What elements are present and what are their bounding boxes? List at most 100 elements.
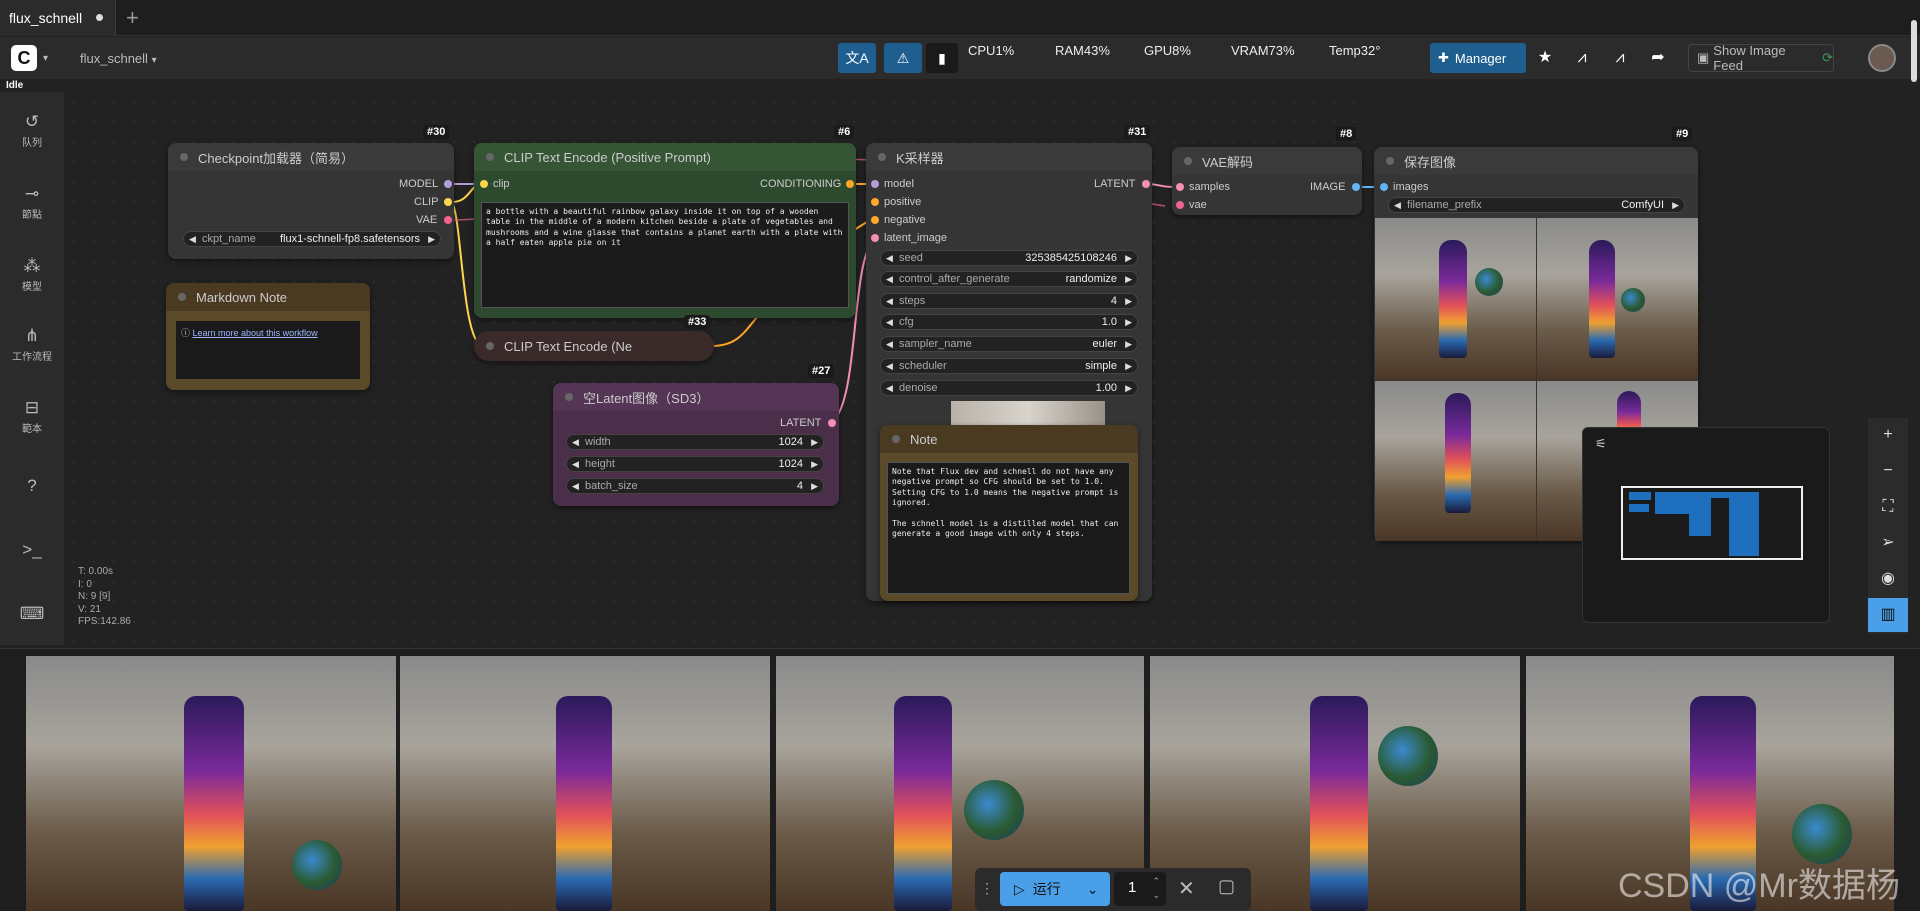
node-id-badge: #9 xyxy=(1672,127,1693,141)
height-widget[interactable]: height 1024 xyxy=(566,456,824,472)
minimap-node xyxy=(1655,492,1689,514)
latent-output-dot[interactable] xyxy=(828,419,836,427)
canvas-toolbar: + − ⛶ ➢ ◉ ▥ xyxy=(1868,418,1908,634)
stat-i: I: 0 xyxy=(78,578,92,590)
node-id-badge: #27 xyxy=(808,364,835,378)
negative-input-dot[interactable] xyxy=(871,216,879,224)
close-icon[interactable]: ✕ xyxy=(1178,876,1195,901)
node-title: CLIP Text Encode (Ne xyxy=(474,331,714,361)
seed-widget[interactable]: seed 325385425108246 xyxy=(880,250,1138,266)
clip-input-dot[interactable] xyxy=(480,180,488,188)
settings-sliders-icon[interactable]: ⚟ xyxy=(1595,436,1607,452)
stop-square-icon[interactable]: ▢ xyxy=(1218,876,1235,897)
input-vae: vae xyxy=(1189,199,1207,211)
images-input-dot[interactable] xyxy=(1380,183,1388,191)
feed-image-1[interactable] xyxy=(26,656,396,911)
batch-count-input[interactable]: 1 ⌃ ⌄ xyxy=(1114,872,1166,906)
input-samples: samples xyxy=(1189,181,1230,193)
minimap-node xyxy=(1711,492,1729,498)
node-title: Checkpoint加载器（简易） xyxy=(168,143,454,171)
node-id-badge: #6 xyxy=(834,125,855,139)
node-title: CLIP Text Encode (Positive Prompt) xyxy=(474,143,856,171)
output-image-2[interactable] xyxy=(1537,218,1698,380)
prompt-textarea[interactable]: a bottle with a beautiful rainbow galaxy… xyxy=(481,202,849,308)
node-title: Note xyxy=(880,425,1138,453)
latent-input-dot[interactable] xyxy=(871,234,879,242)
clip-port-dot[interactable] xyxy=(444,198,452,206)
minimap-node xyxy=(1629,504,1649,512)
widget-label: cfg xyxy=(899,316,914,328)
model-port-dot[interactable] xyxy=(444,180,452,188)
stat-fps: FPS:142.86 xyxy=(78,616,131,627)
widget-label: batch_size xyxy=(585,480,638,492)
positive-input-dot[interactable] xyxy=(871,198,879,206)
widget-value: 1.00 xyxy=(1095,382,1117,394)
stepper-arrows-icon[interactable]: ⌃ ⌄ xyxy=(1152,874,1160,902)
note-textarea[interactable]: Note that Flux dev and schnell do not ha… xyxy=(887,462,1130,594)
node-title: Markdown Note xyxy=(166,283,370,311)
filename-prefix-widget[interactable]: filename_prefix ComfyUI xyxy=(1388,197,1685,213)
widget-label: seed xyxy=(899,252,923,264)
widget-value: 4 xyxy=(1110,295,1117,307)
batch-count-value: 1 xyxy=(1128,879,1137,896)
input-positive: positive xyxy=(884,196,922,208)
play-icon: ▷ xyxy=(1014,880,1025,897)
cfg-widget[interactable]: cfg 1.0 xyxy=(880,314,1138,330)
output-model: MODEL xyxy=(399,178,439,190)
image-output-dot[interactable] xyxy=(1352,183,1360,191)
watermark: CSDN @Mr数据杨 xyxy=(1618,867,1900,905)
vae-input-dot[interactable] xyxy=(1176,201,1184,209)
scheduler-widget[interactable]: scheduler simple xyxy=(880,358,1138,374)
input-images: images xyxy=(1393,181,1429,193)
zoom-out-icon[interactable]: − xyxy=(1868,454,1908,488)
latent-output-dot[interactable] xyxy=(1142,180,1150,188)
feed-image-2[interactable] xyxy=(400,656,770,911)
fit-view-icon[interactable]: ⛶ xyxy=(1868,490,1908,524)
map-icon[interactable]: ▥ xyxy=(1868,598,1908,632)
widget-value: 325385425108246 xyxy=(1025,252,1117,264)
minimap[interactable]: ⚟ xyxy=(1582,427,1830,623)
markdown-body: ⓘ Learn more about this workflow xyxy=(176,321,360,379)
model-input-dot[interactable] xyxy=(871,180,879,188)
sampler-name-widget[interactable]: sampler_name euler xyxy=(880,336,1138,352)
widget-label: ckpt_name xyxy=(202,233,256,245)
batch-size-widget[interactable]: batch_size 4 xyxy=(566,478,824,494)
zoom-in-icon[interactable]: + xyxy=(1868,418,1908,452)
widget-value: 1024 xyxy=(778,458,803,470)
vae-port-dot[interactable] xyxy=(444,216,452,224)
widget-label: filename_prefix xyxy=(1407,199,1482,211)
node-title: VAE解码 xyxy=(1172,147,1362,175)
widget-value: 4 xyxy=(796,480,803,492)
steps-widget[interactable]: steps 4 xyxy=(880,293,1138,309)
learn-more-link[interactable]: Learn more about this workflow xyxy=(193,328,318,338)
output-latent: LATENT xyxy=(780,417,822,429)
output-image-1[interactable] xyxy=(1375,218,1536,380)
markdown-note-node[interactable]: Markdown Note ⓘ Learn more about this wo… xyxy=(166,283,370,390)
widget-value: simple xyxy=(1085,360,1117,372)
clip-text-encode-negative-node[interactable]: CLIP Text Encode (Ne xyxy=(474,331,714,361)
output-image-3[interactable] xyxy=(1375,381,1536,541)
chevron-down-icon[interactable]: ⌄ xyxy=(1087,881,1099,898)
output-vae: VAE xyxy=(416,214,438,226)
denoise-widget[interactable]: denoise 1.00 xyxy=(880,380,1138,396)
ksampler-preview-image xyxy=(951,401,1105,425)
minimap-node xyxy=(1629,492,1651,500)
run-button[interactable]: ▷ 运行 ⌄ xyxy=(1000,872,1110,906)
ckpt-name-widget[interactable]: ckpt_name flux1-schnell-fp8.safetensors xyxy=(183,231,441,247)
navigate-icon[interactable]: ➢ xyxy=(1868,526,1908,560)
conditioning-output-dot[interactable] xyxy=(846,180,854,188)
node-id-badge: #30 xyxy=(423,125,450,139)
minimap-node xyxy=(1729,492,1759,556)
samples-input-dot[interactable] xyxy=(1176,183,1184,191)
widget-value: flux1-schnell-fp8.safetensors xyxy=(279,233,420,245)
control-after-generate-widget[interactable]: control_after_generate randomize xyxy=(880,271,1138,287)
widget-label: denoise xyxy=(899,382,938,394)
node-id-badge: #8 xyxy=(1336,127,1357,141)
stat-v: V: 21 xyxy=(78,603,101,615)
eye-icon[interactable]: ◉ xyxy=(1868,562,1908,596)
width-widget[interactable]: width 1024 xyxy=(566,434,824,450)
widget-label: control_after_generate xyxy=(899,273,1010,285)
node-title: K采样器 xyxy=(866,143,1152,171)
node-title: 保存图像 xyxy=(1374,147,1698,175)
output-latent: LATENT xyxy=(1094,178,1136,190)
